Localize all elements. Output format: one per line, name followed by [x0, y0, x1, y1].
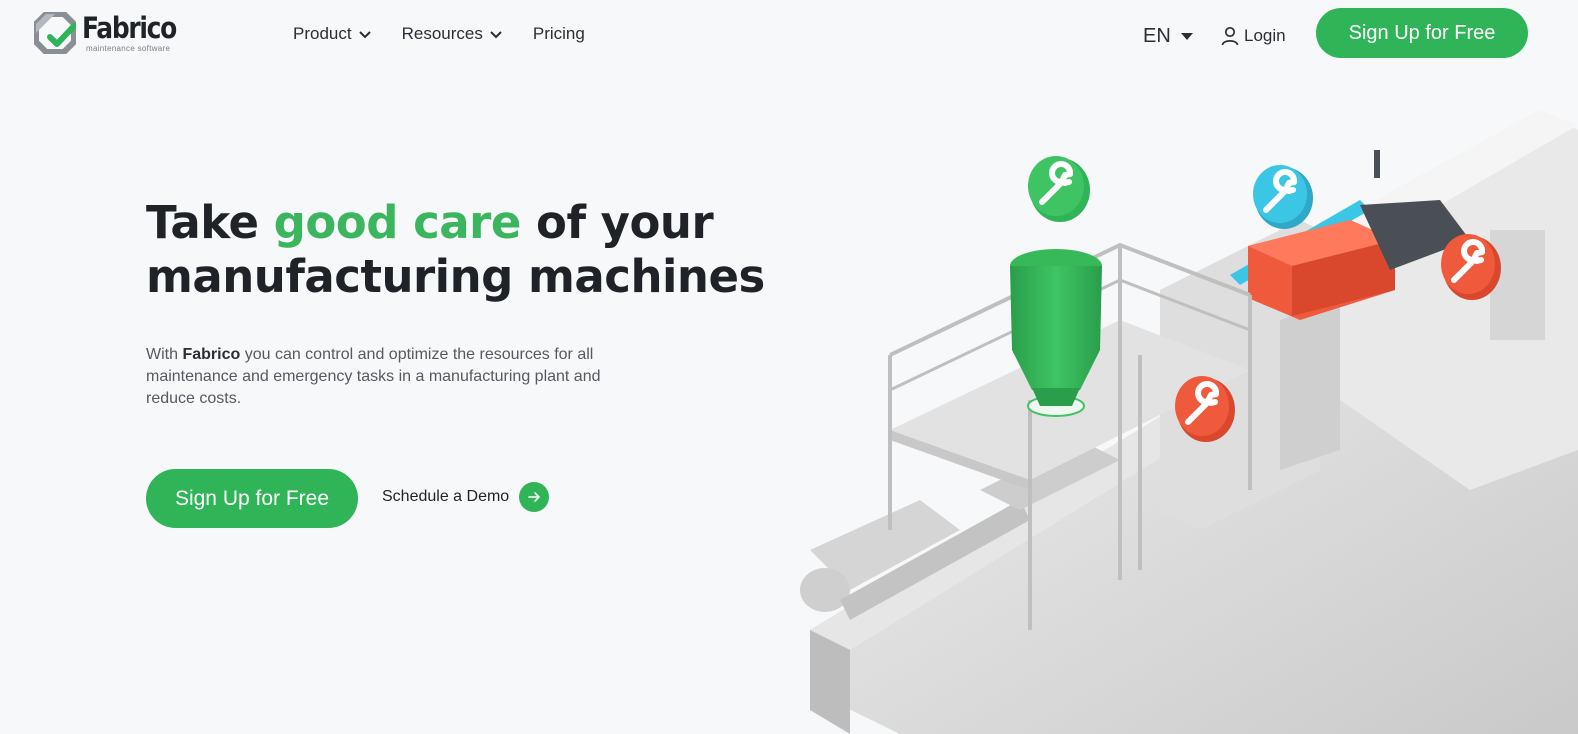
- nav-item-label: Resources: [401, 24, 483, 43]
- user-icon: [1221, 26, 1239, 46]
- nav-item-label: Pricing: [532, 24, 585, 43]
- desc-brand: Fabrico: [182, 346, 241, 363]
- desc-prefix: With: [146, 346, 183, 363]
- schedule-demo-label: Schedule a Demo: [382, 488, 510, 505]
- wrench-icon: [1028, 156, 1090, 222]
- hero-title: Take good care of your manufacturing mac…: [146, 196, 766, 304]
- arrow-right-icon: [519, 482, 550, 512]
- hero-title-part1: Take: [146, 196, 274, 249]
- schedule-demo-link[interactable]: Schedule a Demo: [382, 482, 550, 512]
- nav-item-label: Product: [293, 24, 352, 43]
- nav-item-product[interactable]: Product: [293, 24, 372, 44]
- nav-item-pricing[interactable]: Pricing: [533, 24, 585, 44]
- logo-name: Fabrico: [82, 10, 177, 45]
- chevron-down-icon: [358, 31, 371, 39]
- header-signup-button[interactable]: Sign Up for Free: [1316, 8, 1528, 58]
- login-link[interactable]: Login: [1221, 26, 1286, 46]
- machine-illustration: [800, 110, 1578, 734]
- logo-icon: [33, 11, 77, 55]
- site-header: Fabrico maintenance software Product Res…: [0, 0, 1578, 72]
- chevron-down-icon: [490, 31, 502, 39]
- hero-description: With Fabrico you can control and optimiz…: [146, 344, 646, 410]
- nav-item-resources[interactable]: Resources: [402, 24, 503, 44]
- main-nav: Product Resources Pricing: [293, 24, 585, 44]
- language-label: EN: [1143, 25, 1171, 47]
- wrench-icon: [1253, 165, 1313, 229]
- language-selector[interactable]: EN: [1143, 25, 1193, 48]
- logo-tagline: maintenance software: [86, 43, 171, 53]
- hero-title-accent: good care: [273, 196, 522, 249]
- login-label: Login: [1244, 26, 1286, 45]
- logo[interactable]: Fabrico maintenance software: [33, 10, 184, 56]
- hero-signup-button[interactable]: Sign Up for Free: [146, 469, 358, 528]
- caret-down-icon: [1180, 33, 1193, 40]
